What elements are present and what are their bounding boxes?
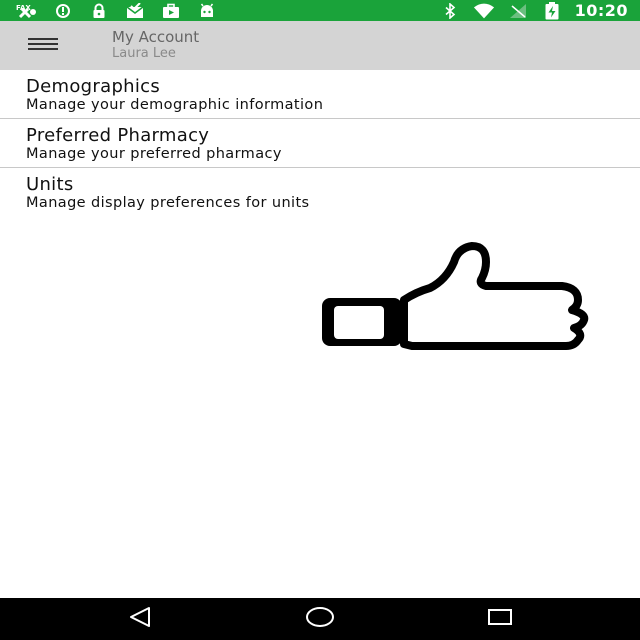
- account-name: Laura Lee: [112, 46, 176, 61]
- status-left-icons: FAX: [16, 0, 232, 21]
- list-item-subtitle: Manage your preferred pharmacy: [26, 146, 282, 162]
- home-icon: [305, 606, 335, 632]
- status-bar: FAX 10:20: [0, 0, 640, 21]
- nav-home-button[interactable]: [290, 598, 350, 640]
- list-item-title: Demographics: [26, 76, 161, 97]
- status-right-icons: 10:20: [427, 0, 628, 21]
- fax-icon: FAX: [16, 3, 38, 19]
- list-item-units[interactable]: Units Manage display preferences for uni…: [0, 168, 640, 217]
- app-bar-titles: My Account Laura Lee: [112, 29, 199, 62]
- list-item-subtitle: Manage your demographic information: [26, 97, 324, 113]
- nav-recents-button[interactable]: [470, 598, 530, 640]
- system-navigation-bar: [0, 598, 640, 640]
- back-icon: [127, 606, 153, 632]
- briefcase-icon: [160, 3, 182, 19]
- account-settings-list: Demographics Manage your demographic inf…: [0, 70, 640, 217]
- list-item-demographics[interactable]: Demographics Manage your demographic inf…: [0, 70, 640, 119]
- app-bar: My Account Laura Lee: [0, 21, 640, 70]
- alert-icon: [52, 3, 74, 19]
- lock-icon: [88, 3, 110, 19]
- battery-charging-icon: [541, 1, 563, 19]
- recents-icon: [487, 607, 513, 631]
- android-icon: [196, 3, 218, 19]
- bluetooth-icon: [439, 2, 461, 19]
- thumbs-up-icon: [316, 240, 592, 355]
- list-item-preferred-pharmacy[interactable]: Preferred Pharmacy Manage your preferred…: [0, 119, 640, 168]
- signal-icon: [507, 3, 529, 19]
- list-item-title: Preferred Pharmacy: [26, 125, 210, 146]
- wifi-icon: [473, 3, 495, 19]
- list-item-subtitle: Manage display preferences for units: [26, 195, 310, 211]
- status-clock: 10:20: [574, 1, 628, 20]
- list-item-title: Units: [26, 174, 74, 195]
- hamburger-menu-icon: [28, 36, 58, 55]
- hamburger-menu-button[interactable]: [0, 21, 88, 70]
- page-title: My Account: [112, 28, 200, 46]
- nav-back-button[interactable]: [110, 598, 170, 640]
- mail-icon: [124, 2, 146, 19]
